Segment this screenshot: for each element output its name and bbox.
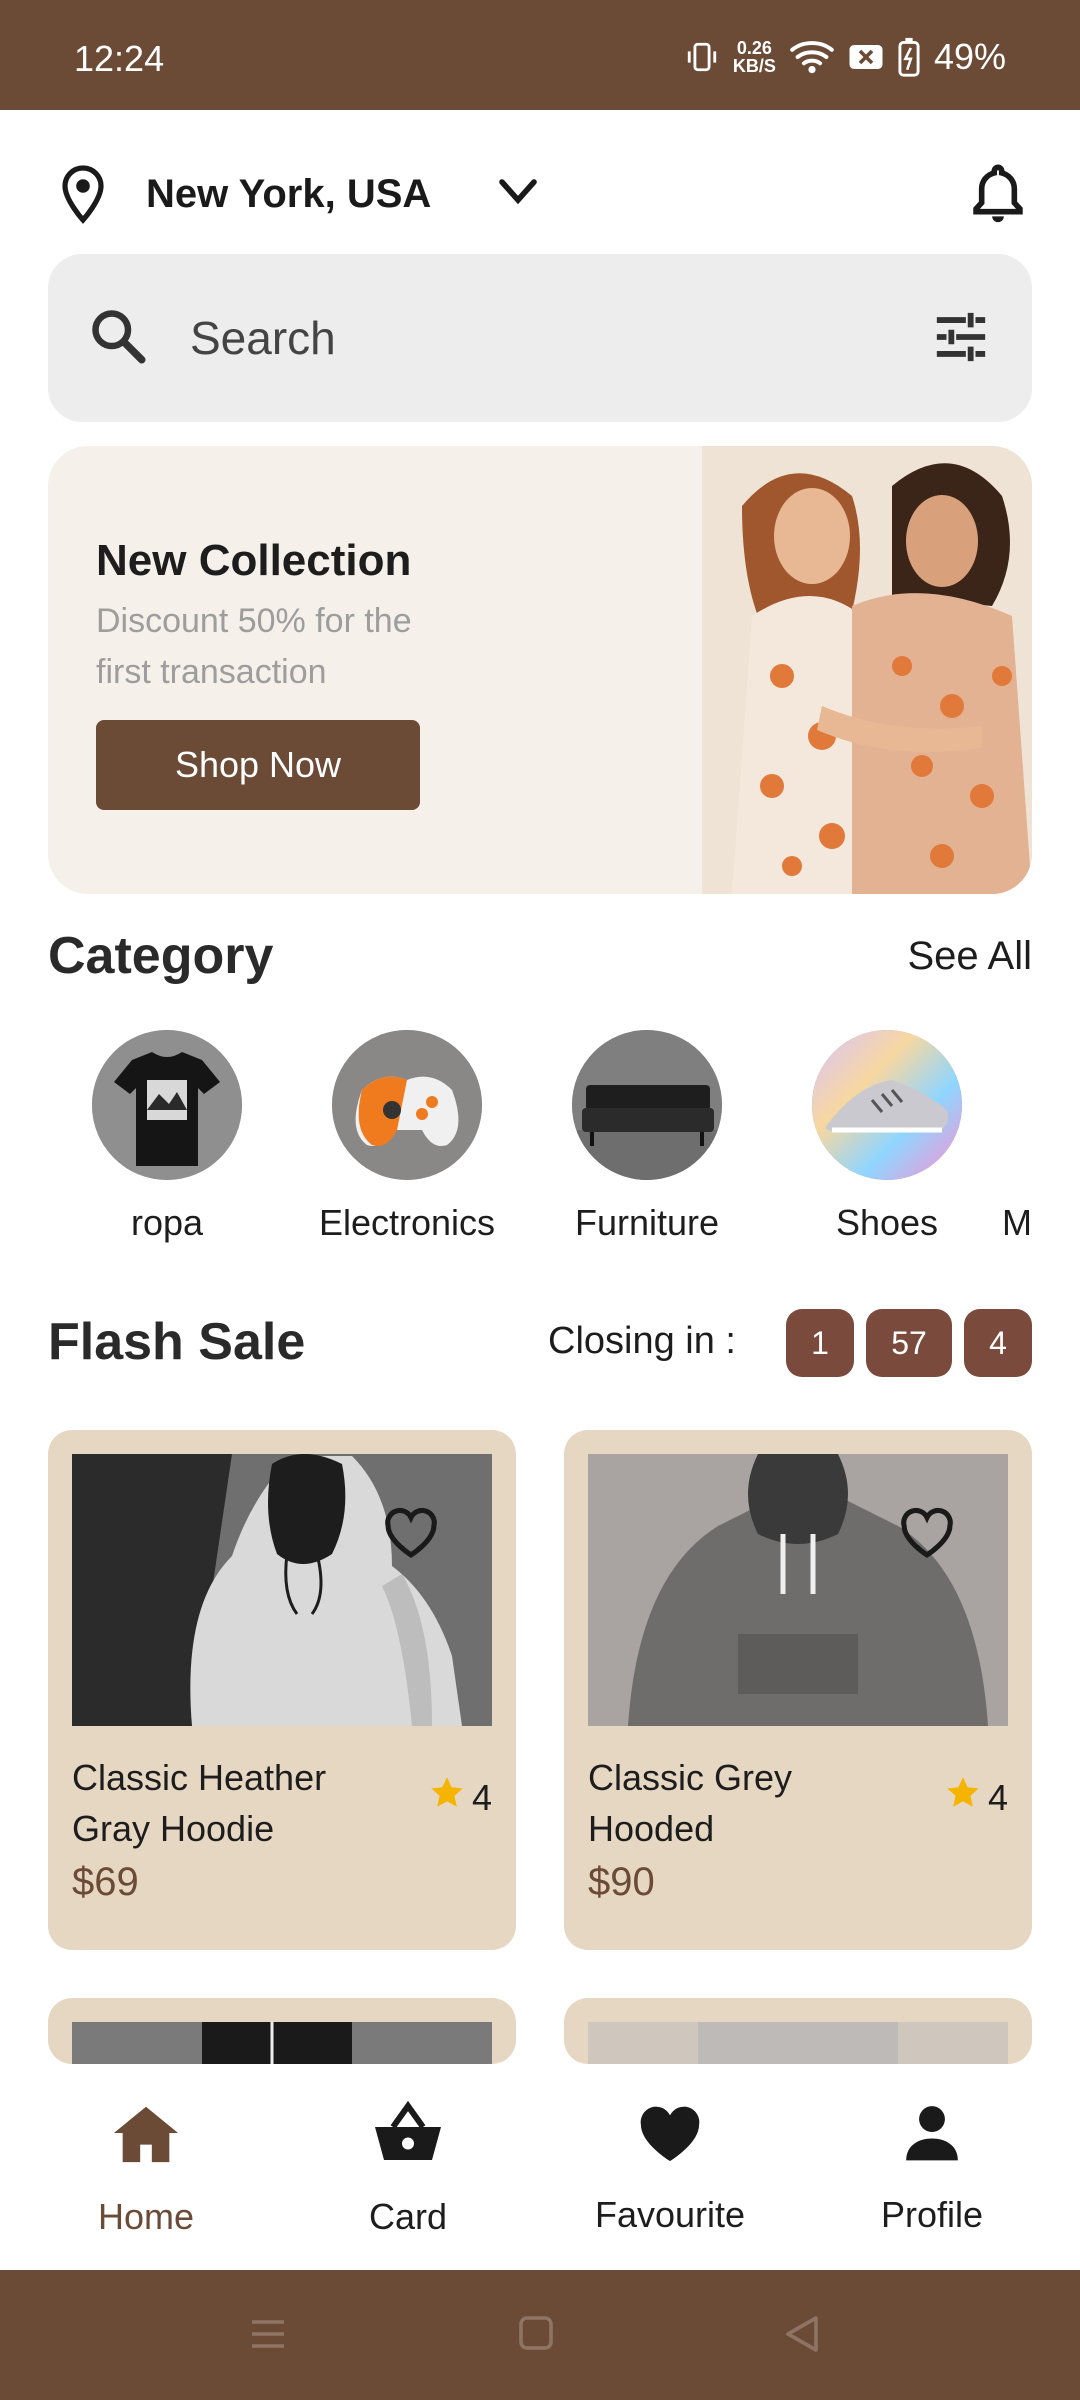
home-icon <box>15 2100 277 2166</box>
status-icons: 0.26 KB/S 49% <box>685 36 1006 78</box>
product-price: $69 <box>72 1860 139 1904</box>
product-name: Classic Grey Hooded <box>588 1757 793 1849</box>
category-label: Furniture <box>574 1202 720 1243</box>
category-item-ropa[interactable]: ropa <box>57 1030 277 1244</box>
closing-in-label: Closing in : <box>548 1320 736 1362</box>
product-image-grey-hoodie <box>588 1454 1008 1726</box>
category-item-furniture[interactable]: Furniture <box>537 1030 757 1244</box>
filter-sliders-icon[interactable] <box>932 308 990 371</box>
category-label: Shoes <box>835 1202 939 1243</box>
rating-value: 4 <box>471 1776 492 1818</box>
category-item-shoes[interactable]: Shoes <box>777 1030 997 1244</box>
recents-menu-icon[interactable] <box>248 2314 288 2354</box>
category-label: Electronics <box>318 1202 496 1243</box>
category-list: ropa Electronics Furniture Shoes M <box>48 1030 1032 1250</box>
nav-label: Card <box>368 2196 448 2237</box>
tshirt-icon <box>92 1030 242 1180</box>
product-price: $90 <box>588 1860 655 1904</box>
basket-icon <box>277 2100 539 2166</box>
product-card-partial[interactable] <box>48 1998 516 2064</box>
shop-now-button[interactable]: Shop Now <box>96 720 420 810</box>
category-item-electronics[interactable]: Electronics <box>297 1030 517 1244</box>
net-speed-unit: KB/S <box>732 56 776 76</box>
nav-home[interactable]: Home <box>15 2100 277 2238</box>
banner-title: New Collection <box>96 536 412 585</box>
banner-models-image <box>702 446 1032 894</box>
timer-minutes: 57 <box>866 1309 952 1377</box>
location-row: New York, USA <box>48 160 1032 228</box>
sofa-icon <box>572 1030 722 1180</box>
favorite-heart-icon[interactable] <box>896 1504 958 1565</box>
category-item-more[interactable]: M <box>968 1030 1032 1244</box>
category-label: M <box>1002 1202 1032 1243</box>
nav-label: Profile <box>880 2194 984 2235</box>
status-time: 12:24 <box>74 38 165 79</box>
nav-label: Favourite <box>594 2194 746 2235</box>
search-icon <box>88 306 148 371</box>
product-name: Classic Heather Gray Hoodie <box>72 1757 327 1849</box>
product-rating: 4 <box>428 1774 492 1821</box>
promo-banner: New Collection Discount 50% for the firs… <box>48 446 1032 894</box>
system-navigation-bar <box>0 2270 1080 2400</box>
product-rating: 4 <box>944 1774 1008 1821</box>
location-text[interactable]: New York, USA <box>146 172 431 217</box>
product-card[interactable]: Classic Heather Gray Hoodie 4 $69 <box>48 1430 516 1950</box>
search-input[interactable] <box>190 306 890 370</box>
star-icon <box>428 1774 466 1821</box>
sim-icon <box>848 42 884 72</box>
category-label: ropa <box>130 1202 204 1243</box>
location-pin-icon <box>58 164 108 229</box>
favorite-heart-icon[interactable] <box>380 1504 442 1565</box>
gamepad-icon <box>332 1030 482 1180</box>
nav-card[interactable]: Card <box>277 2100 539 2238</box>
status-bar: 12:24 0.26 KB/S 49% <box>0 0 1080 110</box>
category-title: Category <box>48 927 274 985</box>
battery-icon <box>898 37 920 77</box>
nav-label: Home <box>97 2196 195 2237</box>
nav-profile[interactable]: Profile <box>801 2100 1063 2236</box>
chevron-down-icon[interactable] <box>498 178 538 211</box>
banner-subtitle: Discount 50% for the first transaction <box>96 602 412 691</box>
person-icon <box>801 2100 1063 2164</box>
wifi-icon <box>790 39 834 75</box>
product-image-white-hoodie <box>72 1454 492 1726</box>
vibrate-icon <box>685 40 719 74</box>
home-square-icon[interactable] <box>518 2314 554 2354</box>
timer-seconds: 4 <box>964 1309 1032 1377</box>
net-speed: 0.26 KB/S <box>733 39 776 75</box>
star-icon <box>944 1774 982 1821</box>
product-image-black-pants <box>72 2022 492 2064</box>
net-speed-value: 0.26 <box>736 38 772 58</box>
timer-hours: 1 <box>786 1309 854 1377</box>
bell-icon[interactable] <box>970 162 1026 229</box>
sneaker-icon <box>812 1030 962 1180</box>
bottom-navigation: Home Card Favourite Profile <box>0 2064 1080 2270</box>
rating-value: 4 <box>987 1776 1008 1818</box>
product-card[interactable]: Classic Grey Hooded 4 $90 <box>564 1430 1032 1950</box>
flash-sale-title: Flash Sale <box>48 1313 306 1371</box>
product-card-partial[interactable] <box>564 1998 1032 2064</box>
nav-favourite[interactable]: Favourite <box>539 2100 801 2236</box>
battery-percent: 49% <box>933 36 1006 77</box>
back-triangle-icon[interactable] <box>782 2314 822 2354</box>
product-image-grey-pants <box>588 2022 1008 2064</box>
heart-icon <box>539 2100 801 2164</box>
see-all-link[interactable]: See All <box>907 934 1032 979</box>
search-bar <box>48 254 1032 422</box>
